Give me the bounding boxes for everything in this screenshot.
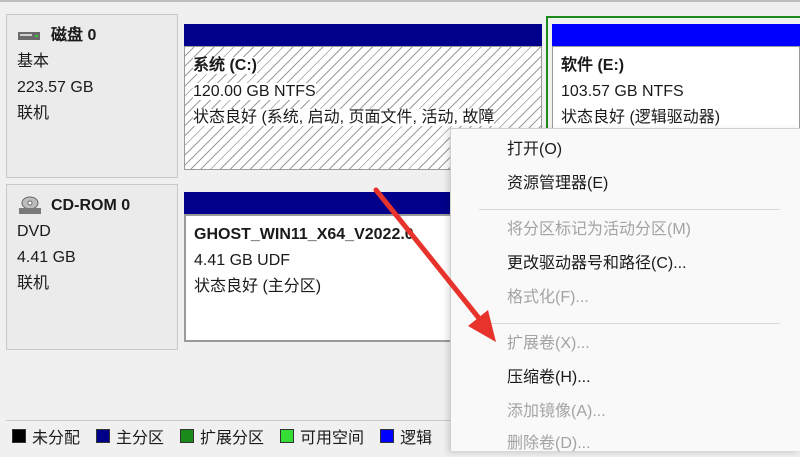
hard-disk-icon: [17, 29, 43, 43]
menu-item-change-drive-letter[interactable]: 更改驱动器号和路径(C)...: [507, 251, 687, 277]
context-menu: 打开(O) 资源管理器(E) 将分区标记为活动分区(M) 更改驱动器号和路径(C…: [450, 128, 800, 452]
menu-item-mark-active: 将分区标记为活动分区(M): [507, 221, 691, 238]
disk-name: 磁盘 0: [51, 27, 97, 44]
partition-status: 状态良好 (系统, 启动, 页面文件, 活动, 故障: [193, 109, 495, 126]
legend-swatch: [380, 429, 395, 443]
disk-type: DVD: [17, 223, 51, 240]
cd-drive-icon: [17, 196, 43, 216]
partition-title: 系统 (C:): [193, 57, 257, 74]
menu-item-open[interactable]: 打开(O): [507, 137, 562, 163]
partition-title: 软件 (E:): [561, 57, 625, 74]
disk-size: 223.57 GB: [17, 79, 94, 96]
legend-swatch: [280, 429, 295, 443]
disk-status: 联机: [17, 105, 50, 122]
menu-separator: [479, 209, 780, 210]
primary-partition-bar: [184, 24, 542, 46]
menu-item-format: 格式化(F)...: [507, 289, 589, 306]
legend-swatch: [180, 429, 195, 443]
partition-size: 120.00 GB NTFS: [193, 83, 316, 100]
legend-item: 主分区: [90, 424, 164, 448]
disk-0-label[interactable]: 磁盘 0 基本 223.57 GB 联机: [6, 14, 178, 178]
partition-size: 103.57 GB NTFS: [561, 83, 684, 100]
partition-size: 4.41 GB UDF: [194, 252, 291, 269]
primary-partition-bar: [184, 192, 454, 214]
disk-status: 联机: [17, 275, 50, 292]
menu-separator: [479, 323, 780, 324]
partition-status: 状态良好 (主分区): [194, 278, 322, 295]
cdrom-0-label[interactable]: CD-ROM 0 DVD 4.41 GB 联机: [6, 184, 178, 350]
menu-item-explorer[interactable]: 资源管理器(E): [507, 171, 608, 197]
disk-size: 4.41 GB: [17, 249, 76, 266]
legend-swatch: [12, 429, 26, 443]
window-top-border: [0, 0, 800, 2]
partition-status: 状态良好 (逻辑驱动器): [561, 109, 721, 126]
disk-type: 基本: [17, 53, 50, 70]
legend-item: 逻辑: [374, 424, 432, 448]
logical-drive-bar: [552, 24, 800, 46]
legend-swatch: [96, 429, 111, 443]
partition-title: GHOST_WIN11_X64_V2022.0: [194, 226, 414, 243]
menu-item-add-mirror: 添加镜像(A)...: [507, 403, 606, 420]
legend-item: 未分配: [6, 424, 80, 448]
menu-item-shrink-volume[interactable]: 压缩卷(H)...: [507, 365, 591, 391]
legend-item: 可用空间: [274, 424, 364, 448]
menu-item-delete-volume: 删除卷(D)...: [507, 435, 591, 452]
disk-name: CD-ROM 0: [51, 197, 131, 214]
menu-item-extend-volume: 扩展卷(X)...: [507, 335, 590, 352]
partition-legend: 未分配 主分区 扩展分区 可用空间 逻辑: [6, 420, 456, 451]
partition-cdrom[interactable]: GHOST_WIN11_X64_V2022.0 4.41 GB UDF 状态良好…: [184, 192, 454, 342]
legend-item: 扩展分区: [174, 424, 264, 448]
